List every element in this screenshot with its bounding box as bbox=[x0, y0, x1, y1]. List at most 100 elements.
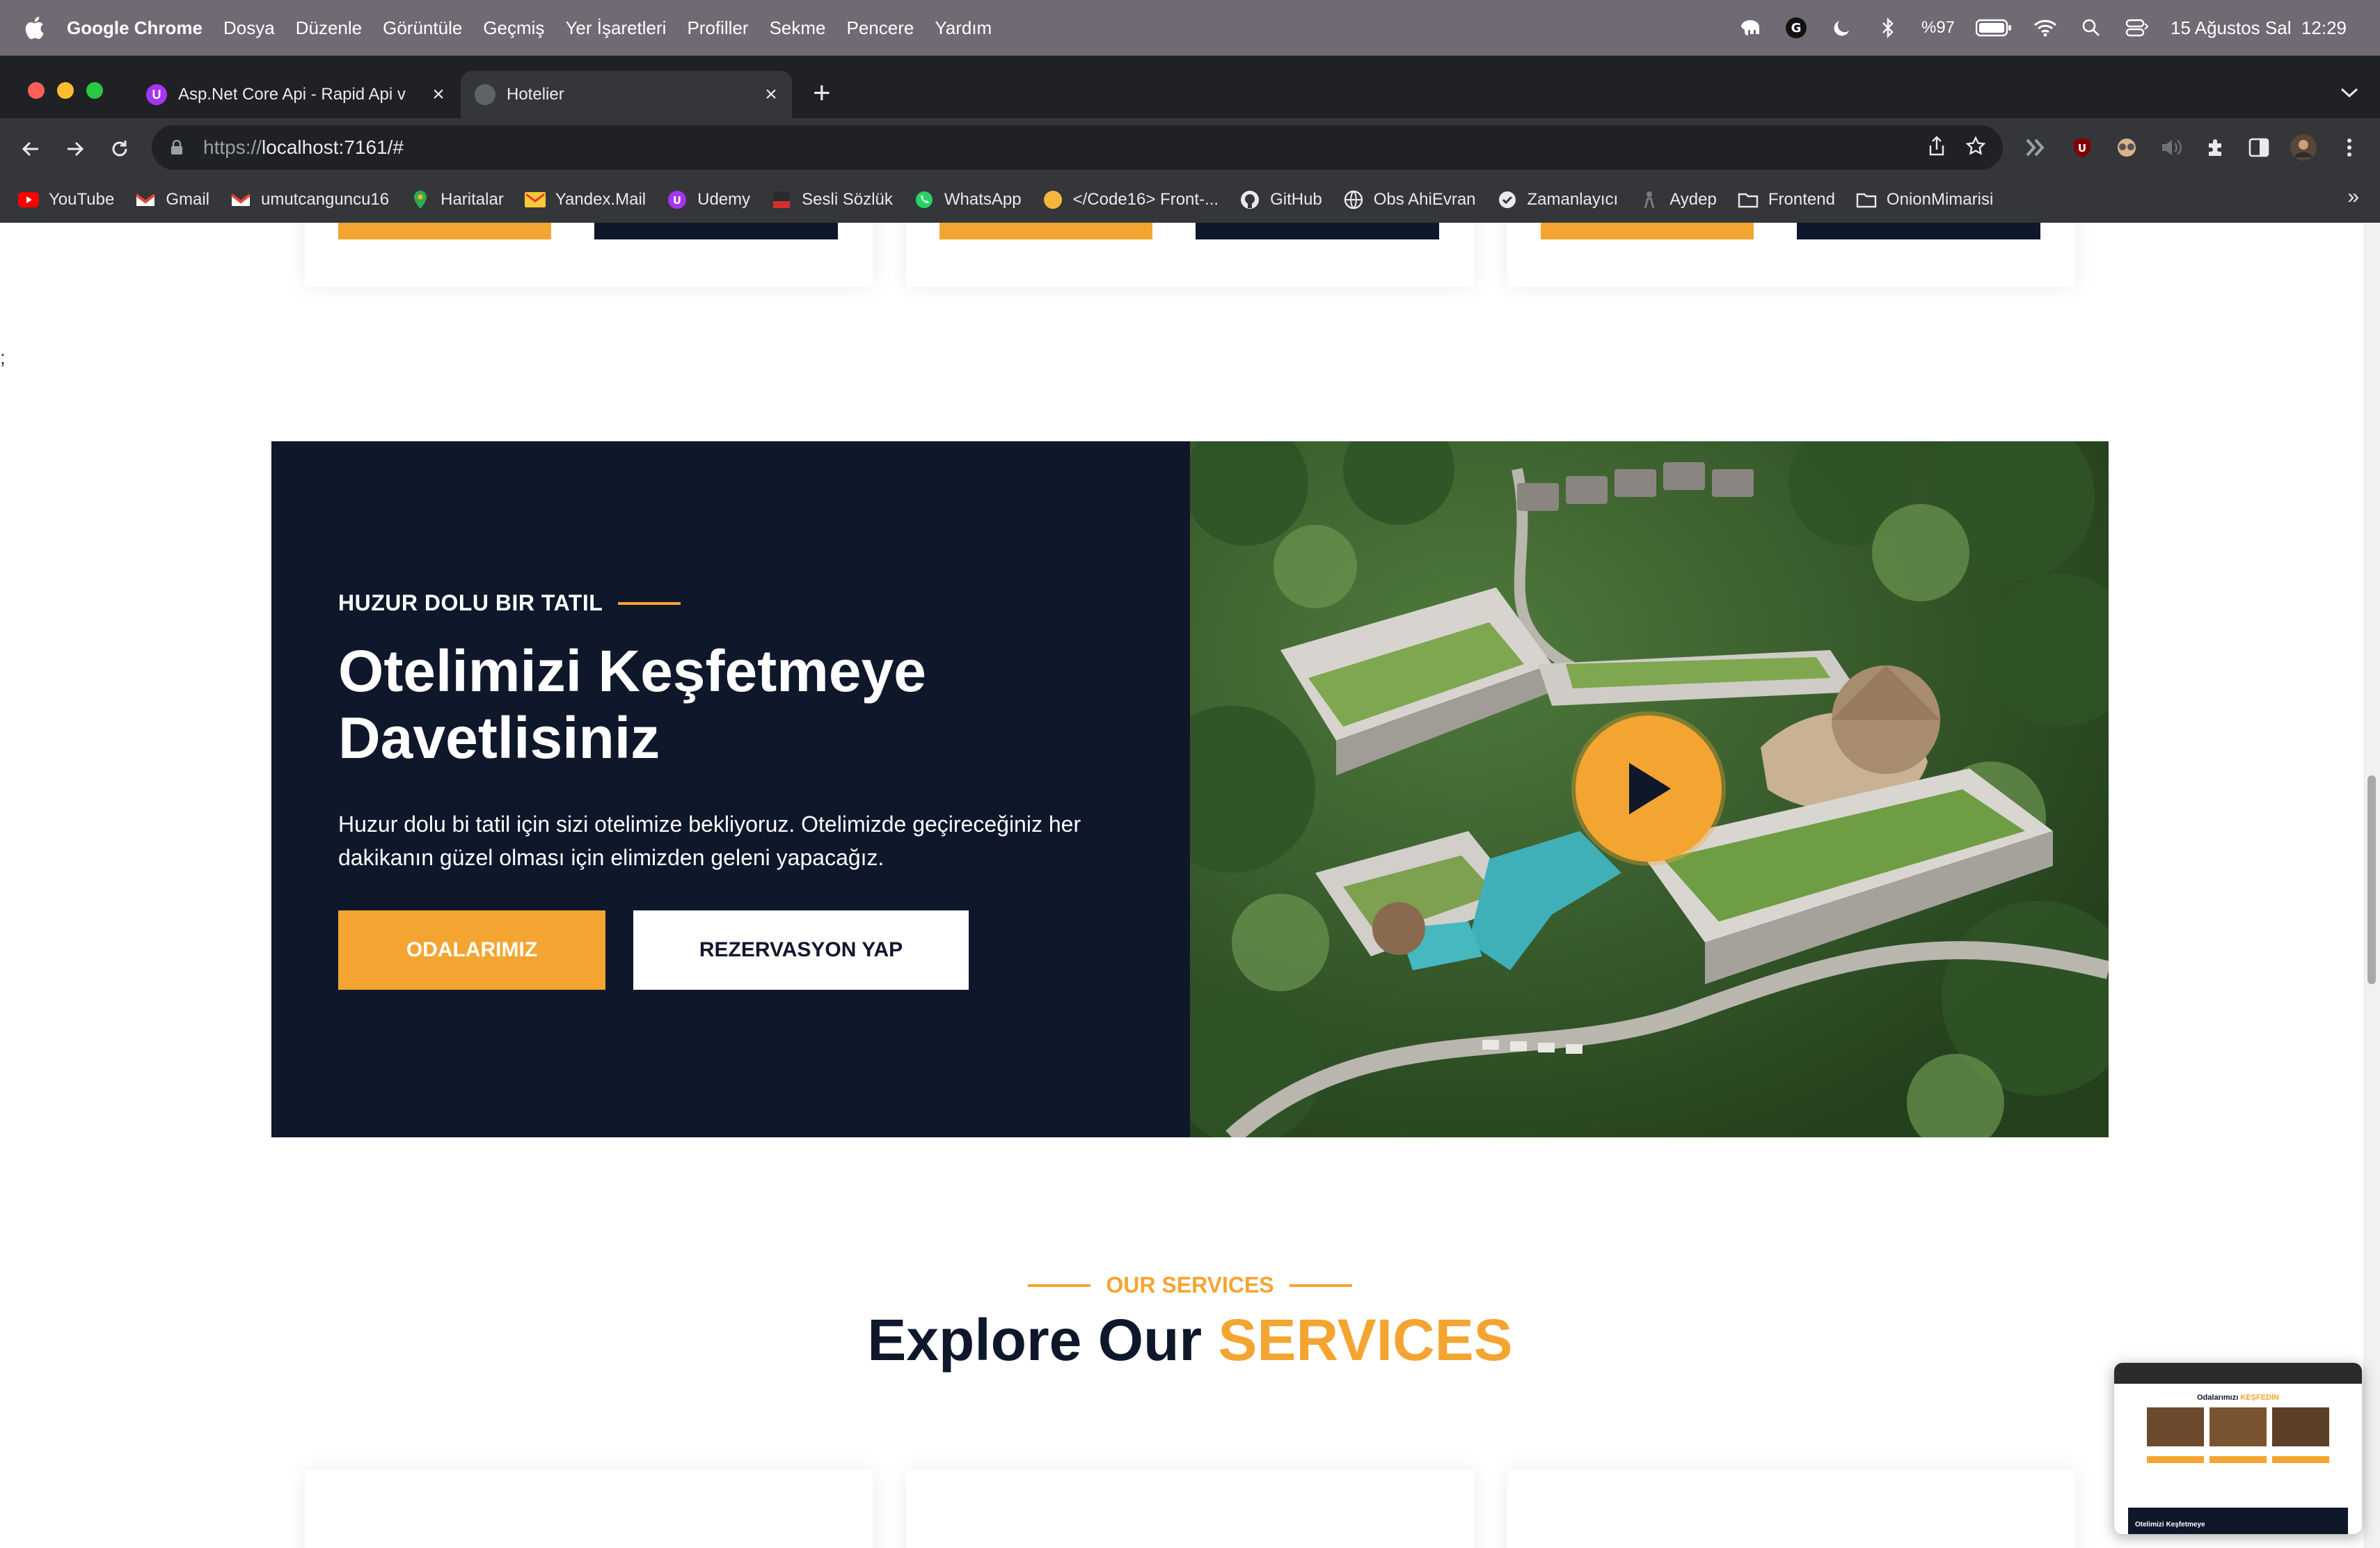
hotel-aerial-photo bbox=[1190, 441, 2109, 1137]
screenshot-thumbnail[interactable]: Odalarımızı KEŞFEDİN Otelimizi Keşfetmey… bbox=[2114, 1363, 2362, 1534]
tab-title: Asp.Net Core Api - Rapid Api v bbox=[178, 85, 406, 104]
side-panel-icon[interactable] bbox=[2245, 134, 2273, 161]
bookmark-gmail[interactable]: Gmail bbox=[135, 189, 209, 210]
profile-avatar[interactable] bbox=[2290, 134, 2317, 161]
room-card bbox=[1507, 223, 2075, 287]
bookmark-folder-frontend[interactable]: Frontend bbox=[1738, 189, 1835, 210]
app-menu[interactable]: Google Chrome bbox=[67, 17, 203, 39]
apple-logo-icon[interactable] bbox=[24, 16, 45, 40]
address-bar[interactable]: https://localhost:7161/# bbox=[152, 125, 2003, 170]
rooms-button[interactable]: ODALARIMIZ bbox=[338, 910, 605, 990]
service-card[interactable] bbox=[1507, 1470, 2075, 1548]
control-center-icon[interactable] bbox=[2125, 15, 2150, 40]
service-card[interactable] bbox=[305, 1470, 873, 1548]
chrome-menu-icon[interactable] bbox=[2335, 134, 2363, 161]
bookmark-udemy[interactable]: U Udemy bbox=[667, 189, 750, 210]
globe-icon bbox=[475, 84, 495, 105]
forward-button[interactable] bbox=[60, 134, 90, 164]
bookmark-zamanlayici[interactable]: Zamanlayıcı bbox=[1497, 189, 1618, 210]
spotlight-search-icon[interactable] bbox=[2079, 15, 2104, 40]
glasses-extension-icon[interactable] bbox=[2113, 134, 2141, 161]
bookmark-yandex-mail[interactable]: Yandex.Mail bbox=[524, 189, 646, 210]
ublock-icon[interactable]: U bbox=[2068, 134, 2096, 161]
grammarly-icon[interactable]: G bbox=[1784, 15, 1809, 40]
url-scheme: https:// bbox=[203, 136, 262, 158]
menu-yer-isaretleri[interactable]: Yer İşaretleri bbox=[565, 17, 666, 39]
menu-duzenle[interactable]: Düzenle bbox=[296, 17, 362, 39]
close-tab-icon[interactable]: × bbox=[757, 83, 785, 106]
bookmark-umutcanguncu16[interactable]: umutcanguncu16 bbox=[230, 189, 389, 210]
section-description: Huzur dolu bi tatil için sizi otelimize … bbox=[338, 812, 1081, 870]
subtitle-accent-line bbox=[1289, 1284, 1352, 1287]
bookmark-label: Yandex.Mail bbox=[555, 190, 646, 209]
page-scrollbar[interactable] bbox=[2363, 223, 2380, 1548]
clock[interactable]: 15 Ağustos Sal 12:29 bbox=[2171, 17, 2347, 39]
bookmark-label: Sesli Sözlük bbox=[802, 190, 893, 209]
play-video-button[interactable] bbox=[1576, 716, 1722, 862]
tab-search-icon[interactable] bbox=[2340, 81, 2359, 104]
extension-arrows-icon[interactable] bbox=[2022, 134, 2050, 161]
menu-profiller[interactable]: Profiller bbox=[687, 17, 748, 39]
tab-hotelier[interactable]: Hotelier × bbox=[461, 71, 792, 118]
speaker-icon[interactable] bbox=[2157, 134, 2185, 161]
extensions-puzzle-icon[interactable] bbox=[2202, 134, 2230, 161]
url-text[interactable]: https://localhost:7161/# bbox=[203, 136, 404, 159]
battery-icon[interactable] bbox=[1976, 15, 2012, 40]
bookmark-label: Aydep bbox=[1669, 190, 1717, 209]
omnibox-actions bbox=[1928, 125, 1986, 170]
subtitle-accent-line bbox=[1028, 1284, 1091, 1287]
reservation-button[interactable]: REZERVASYON YAP bbox=[633, 910, 969, 990]
mail-icon bbox=[524, 189, 546, 210]
minimize-window-button[interactable] bbox=[57, 82, 74, 99]
new-tab-button[interactable]: + bbox=[813, 78, 831, 109]
bookmark-aydep[interactable]: Aydep bbox=[1639, 189, 1717, 210]
bookmark-code16[interactable]: </Code16> Front-... bbox=[1042, 189, 1219, 210]
svg-text:G: G bbox=[1791, 21, 1802, 35]
bluetooth-icon[interactable] bbox=[1875, 15, 1901, 40]
share-icon[interactable] bbox=[1928, 135, 1946, 160]
close-window-button[interactable] bbox=[28, 82, 45, 99]
thumbnail-room-image bbox=[2210, 1407, 2267, 1446]
back-button[interactable] bbox=[15, 134, 46, 164]
scrollbar-thumb[interactable] bbox=[2367, 775, 2376, 984]
tab-asp-net-core-api[interactable]: U Asp.Net Core Api - Rapid Api v × bbox=[132, 71, 459, 118]
wifi-icon[interactable] bbox=[2033, 15, 2058, 40]
room-card bbox=[305, 223, 873, 287]
menu-yardim[interactable]: Yardım bbox=[935, 17, 992, 39]
bookmark-whatsapp[interactable]: WhatsApp bbox=[914, 189, 1022, 210]
lock-icon[interactable] bbox=[170, 140, 184, 155]
elephant-icon[interactable] bbox=[1738, 15, 1763, 40]
menu-gecmis[interactable]: Geçmiş bbox=[483, 17, 544, 39]
room-card-primary-button[interactable] bbox=[1541, 223, 1754, 239]
menu-dosya[interactable]: Dosya bbox=[223, 17, 275, 39]
svg-text:U: U bbox=[2078, 142, 2086, 155]
zoom-window-button[interactable] bbox=[86, 82, 103, 99]
room-card-primary-button[interactable] bbox=[338, 223, 551, 239]
bookmark-star-icon[interactable] bbox=[1965, 135, 1986, 160]
menu-sekme[interactable]: Sekme bbox=[770, 17, 826, 39]
reload-button[interactable] bbox=[104, 134, 135, 164]
battery-percentage: %97 bbox=[1921, 18, 1955, 37]
thumbnail-room-images bbox=[2114, 1407, 2362, 1446]
bookmark-youtube[interactable]: YouTube bbox=[18, 189, 114, 210]
room-card-secondary-button[interactable] bbox=[594, 223, 838, 239]
room-card-secondary-button[interactable] bbox=[1196, 223, 1439, 239]
udemy-icon: U bbox=[667, 189, 688, 210]
bookmarks-overflow-icon[interactable]: » bbox=[2347, 185, 2359, 209]
bookmark-github[interactable]: GitHub bbox=[1239, 189, 1322, 210]
room-card-secondary-button[interactable] bbox=[1797, 223, 2040, 239]
bookmark-haritalar[interactable]: Haritalar bbox=[410, 189, 504, 210]
service-card[interactable] bbox=[906, 1470, 1474, 1548]
bookmark-obs-ahievran[interactable]: Obs AhiEvran bbox=[1343, 189, 1476, 210]
moon-icon[interactable] bbox=[1830, 15, 1855, 40]
bookmarks-bar: YouTube Gmail umutcanguncu16 Haritalar Y… bbox=[0, 177, 2380, 223]
thumbnail-title: Odalarımızı KEŞFEDİN bbox=[2114, 1393, 2362, 1402]
close-tab-icon[interactable]: × bbox=[425, 83, 452, 106]
bookmark-folder-onionmimarisi[interactable]: OnionMimarisi bbox=[1856, 189, 1993, 210]
menu-pencere[interactable]: Pencere bbox=[847, 17, 914, 39]
youtube-icon bbox=[18, 189, 39, 210]
menu-goruntule[interactable]: Görüntüle bbox=[383, 17, 462, 39]
stray-text: ; bbox=[0, 347, 6, 368]
bookmark-sesli-sozluk[interactable]: Sesli Sözlük bbox=[771, 189, 893, 210]
room-card-primary-button[interactable] bbox=[939, 223, 1152, 239]
